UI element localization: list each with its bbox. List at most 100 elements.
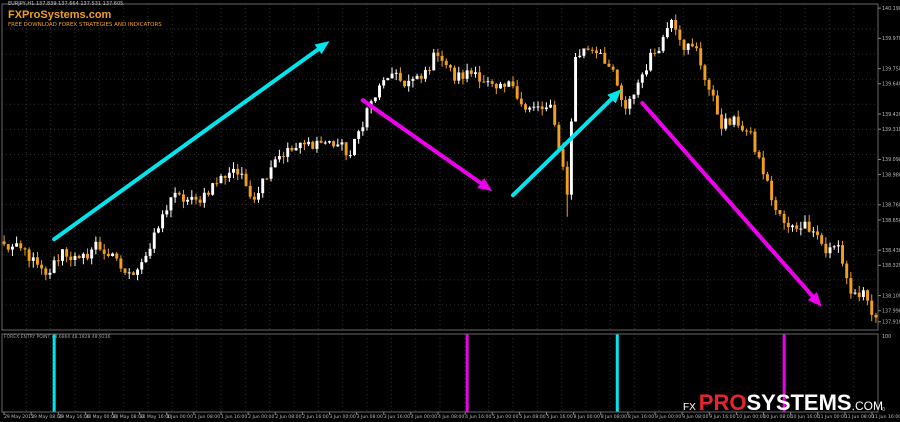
candle-body: [186, 199, 190, 202]
candle-body: [778, 210, 782, 214]
x-tick-label: 5 Jun 00:00: [492, 414, 518, 420]
candle-body: [411, 78, 415, 81]
x-tick-label: 2 Jun 08:00: [275, 414, 301, 420]
candle-body: [215, 183, 219, 185]
candle-body: [715, 95, 719, 115]
candle-body: [81, 253, 85, 259]
x-tick-label: 8 Jun 08:00: [601, 414, 627, 420]
candle-body: [599, 52, 603, 54]
candle-body: [165, 210, 169, 215]
chart-background: [0, 0, 900, 422]
candle-body: [536, 106, 540, 108]
candle-body: [824, 243, 828, 254]
candle-body: [315, 140, 319, 149]
candle-body: [565, 166, 569, 195]
candle-body: [524, 104, 527, 110]
candle-body: [415, 75, 419, 79]
candle-body: [211, 183, 215, 195]
y-tick-label: 139.090: [882, 157, 900, 163]
candle-body: [169, 197, 173, 211]
candle-body: [144, 255, 148, 263]
candle-body: [640, 74, 644, 83]
candle-body: [40, 264, 44, 269]
candle-body: [528, 107, 532, 110]
symbol-info: EURJPY,H1 137.839 137.664 137.531 137.60…: [8, 1, 124, 7]
candle-body: [227, 172, 231, 178]
candle-body: [770, 180, 774, 201]
candle-body: [348, 155, 352, 157]
candle-body: [353, 138, 356, 156]
candle-body: [298, 142, 302, 148]
y-tick-label: 138.320: [882, 263, 900, 269]
candle-body: [494, 83, 498, 89]
candle-body: [695, 46, 699, 49]
candle-body: [365, 108, 369, 128]
candle-body: [44, 268, 48, 275]
y-tick-label: 138.980: [882, 172, 900, 178]
candle-body: [870, 300, 874, 315]
sell-signal-bar: [465, 334, 469, 412]
candle-body: [841, 245, 845, 264]
watermark-pro: PRO: [698, 390, 747, 415]
candle-body: [765, 174, 769, 181]
candle-body: [152, 232, 156, 249]
candle-body: [269, 167, 273, 179]
candle-body: [61, 249, 64, 261]
candle-body: [820, 235, 824, 244]
x-tick-label: 3 Jun 16:00: [384, 414, 410, 420]
candle-body: [27, 249, 31, 261]
candle-body: [382, 80, 386, 86]
candle-body: [294, 147, 298, 151]
candle-body: [65, 249, 69, 257]
x-tick-label: 5 Jun 16:00: [547, 414, 573, 420]
candle-body: [31, 257, 35, 261]
candle-body: [511, 81, 515, 87]
candle-body: [390, 73, 394, 79]
buy-signal-bar: [52, 334, 56, 412]
candle-body: [19, 243, 23, 249]
candle-body: [761, 157, 765, 175]
candle-body: [745, 130, 749, 132]
x-tick-label: 1 Jun 00:00: [167, 414, 193, 420]
candle-body: [323, 142, 327, 144]
candle-body: [311, 141, 315, 149]
candle-body: [386, 78, 390, 81]
x-tick-label: 3 Jun 00:00: [330, 414, 356, 420]
candle-body: [131, 272, 135, 275]
candle-body: [236, 168, 240, 175]
candle-body: [678, 29, 682, 40]
candle-body: [453, 67, 457, 81]
watermark-systems: SYSTEMS: [746, 390, 852, 415]
candle-body: [73, 255, 77, 261]
y-tick-label: 139.750: [882, 66, 900, 72]
candle-body: [832, 246, 836, 248]
candle-body: [344, 142, 348, 156]
candle-body: [561, 148, 565, 167]
candle-body: [486, 81, 490, 83]
candle-body: [403, 80, 407, 87]
y-tick-label: 139.640: [882, 82, 900, 88]
buy-signal-bar: [615, 334, 619, 412]
candle-body: [23, 248, 27, 250]
candle-body: [394, 72, 398, 74]
candle-body: [373, 97, 377, 102]
candle-body: [161, 214, 165, 229]
candle-body: [106, 253, 110, 256]
y-tick-label: 139.310: [882, 127, 900, 133]
candle-body: [440, 55, 444, 61]
candle-body: [661, 37, 665, 51]
candle-body: [35, 257, 39, 265]
candle-body: [774, 200, 778, 211]
candle-body: [327, 141, 331, 143]
candle-body: [582, 48, 586, 56]
x-tick-label: 29 May 2015: [4, 414, 34, 420]
candle-body: [816, 231, 819, 236]
watermark-fx: FX: [683, 402, 696, 413]
candle-body: [549, 104, 553, 108]
candle-body: [115, 253, 119, 259]
candle-body: [332, 141, 336, 147]
candle-body: [786, 222, 790, 228]
candle-body: [357, 131, 361, 139]
candle-body: [861, 290, 865, 298]
candle-body: [148, 248, 152, 256]
